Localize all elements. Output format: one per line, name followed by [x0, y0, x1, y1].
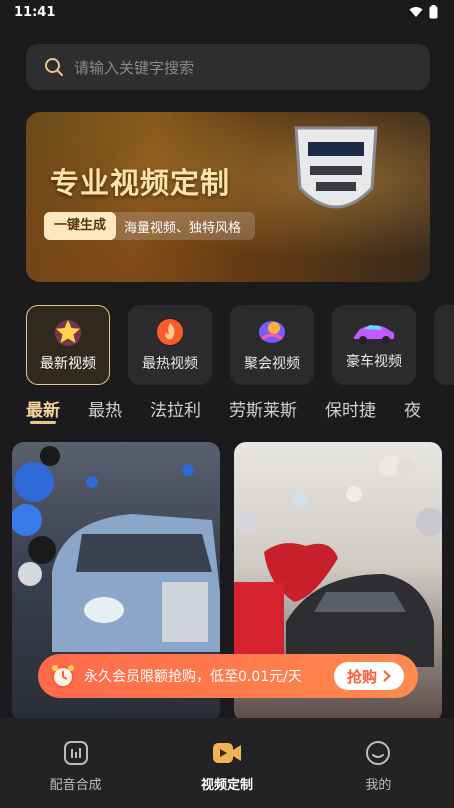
- status-bar: 11:41: [0, 0, 454, 24]
- category-label: 最新视频: [40, 356, 96, 372]
- tab-night[interactable]: 夜: [404, 396, 421, 428]
- category-row: 最新视频 最热视频 聚会视频 豪车视频 酒: [26, 305, 454, 385]
- status-icons: [409, 5, 438, 19]
- tab-hottest[interactable]: 最热: [88, 396, 122, 428]
- search-icon: [45, 58, 63, 76]
- tab-active-indicator: [30, 421, 56, 424]
- banner-pill: 一键生成 海量视频、独特风格: [44, 212, 256, 240]
- promo-banner[interactable]: 专业视频定制 一键生成 海量视频、独特风格: [26, 112, 430, 282]
- category-luxury-car[interactable]: 豪车视频: [332, 305, 416, 385]
- wifi-icon: [409, 7, 423, 17]
- membership-promo-bar[interactable]: 永久会员限额抢购，低至0.01元/天 抢购: [38, 654, 418, 698]
- party-icon: [259, 321, 285, 343]
- magic-shield-icon: [294, 126, 378, 209]
- battery-icon: [429, 5, 438, 19]
- banner-title: 专业视频定制: [50, 166, 231, 200]
- search-input[interactable]: 请输入关键字搜索: [74, 57, 194, 78]
- star-icon: [55, 320, 81, 346]
- nav-item-profile[interactable]: 我的: [303, 718, 454, 808]
- promo-text: 永久会员限额抢购，低至0.01元/天: [84, 669, 302, 685]
- grab-deal-label: 抢购: [346, 667, 377, 686]
- category-party[interactable]: 聚会视频: [230, 305, 314, 385]
- tab-ferrari[interactable]: 法拉利: [150, 396, 201, 428]
- nav-item-video-custom[interactable]: 视频定制: [151, 718, 302, 808]
- chart-icon: [63, 741, 88, 765]
- tab-latest[interactable]: 最新: [26, 396, 60, 428]
- nav-label: 视频定制: [200, 778, 253, 793]
- bottom-nav: 配音合成 视频定制 我的: [0, 718, 454, 808]
- tab-porsche[interactable]: 保时捷: [325, 396, 376, 428]
- sports-car-icon: [354, 325, 394, 344]
- category-hot[interactable]: 最热视频: [128, 305, 212, 385]
- grab-deal-button[interactable]: 抢购: [334, 662, 404, 690]
- nav-label: 我的: [365, 778, 392, 793]
- search-bar[interactable]: 请输入关键字搜索: [26, 44, 430, 90]
- banner-pill-text: 海量视频、独特风格: [124, 220, 242, 236]
- nav-label: 配音合成: [49, 778, 102, 793]
- category-label: 豪车视频: [346, 354, 402, 370]
- status-time: 11:41: [14, 4, 56, 20]
- category-label: 聚会视频: [244, 356, 300, 372]
- filter-tabs: 最新 最热 法拉利 劳斯莱斯 保时捷 夜: [26, 396, 454, 428]
- category-label: 最热视频: [142, 356, 198, 372]
- tab-rolls-royce[interactable]: 劳斯莱斯: [229, 396, 297, 428]
- chevron-right-icon: [383, 670, 391, 682]
- profile-icon: [366, 741, 391, 765]
- banner-pill-key: 一键生成: [44, 212, 117, 240]
- category-wine[interactable]: 酒: [434, 305, 454, 385]
- tab-label: 最新: [26, 401, 60, 421]
- alarm-clock-icon: [52, 665, 74, 688]
- category-latest[interactable]: 最新视频: [26, 305, 110, 385]
- nav-item-dubbing[interactable]: 配音合成: [0, 718, 151, 808]
- fire-icon: [157, 319, 183, 345]
- video-camera-icon: [212, 743, 241, 763]
